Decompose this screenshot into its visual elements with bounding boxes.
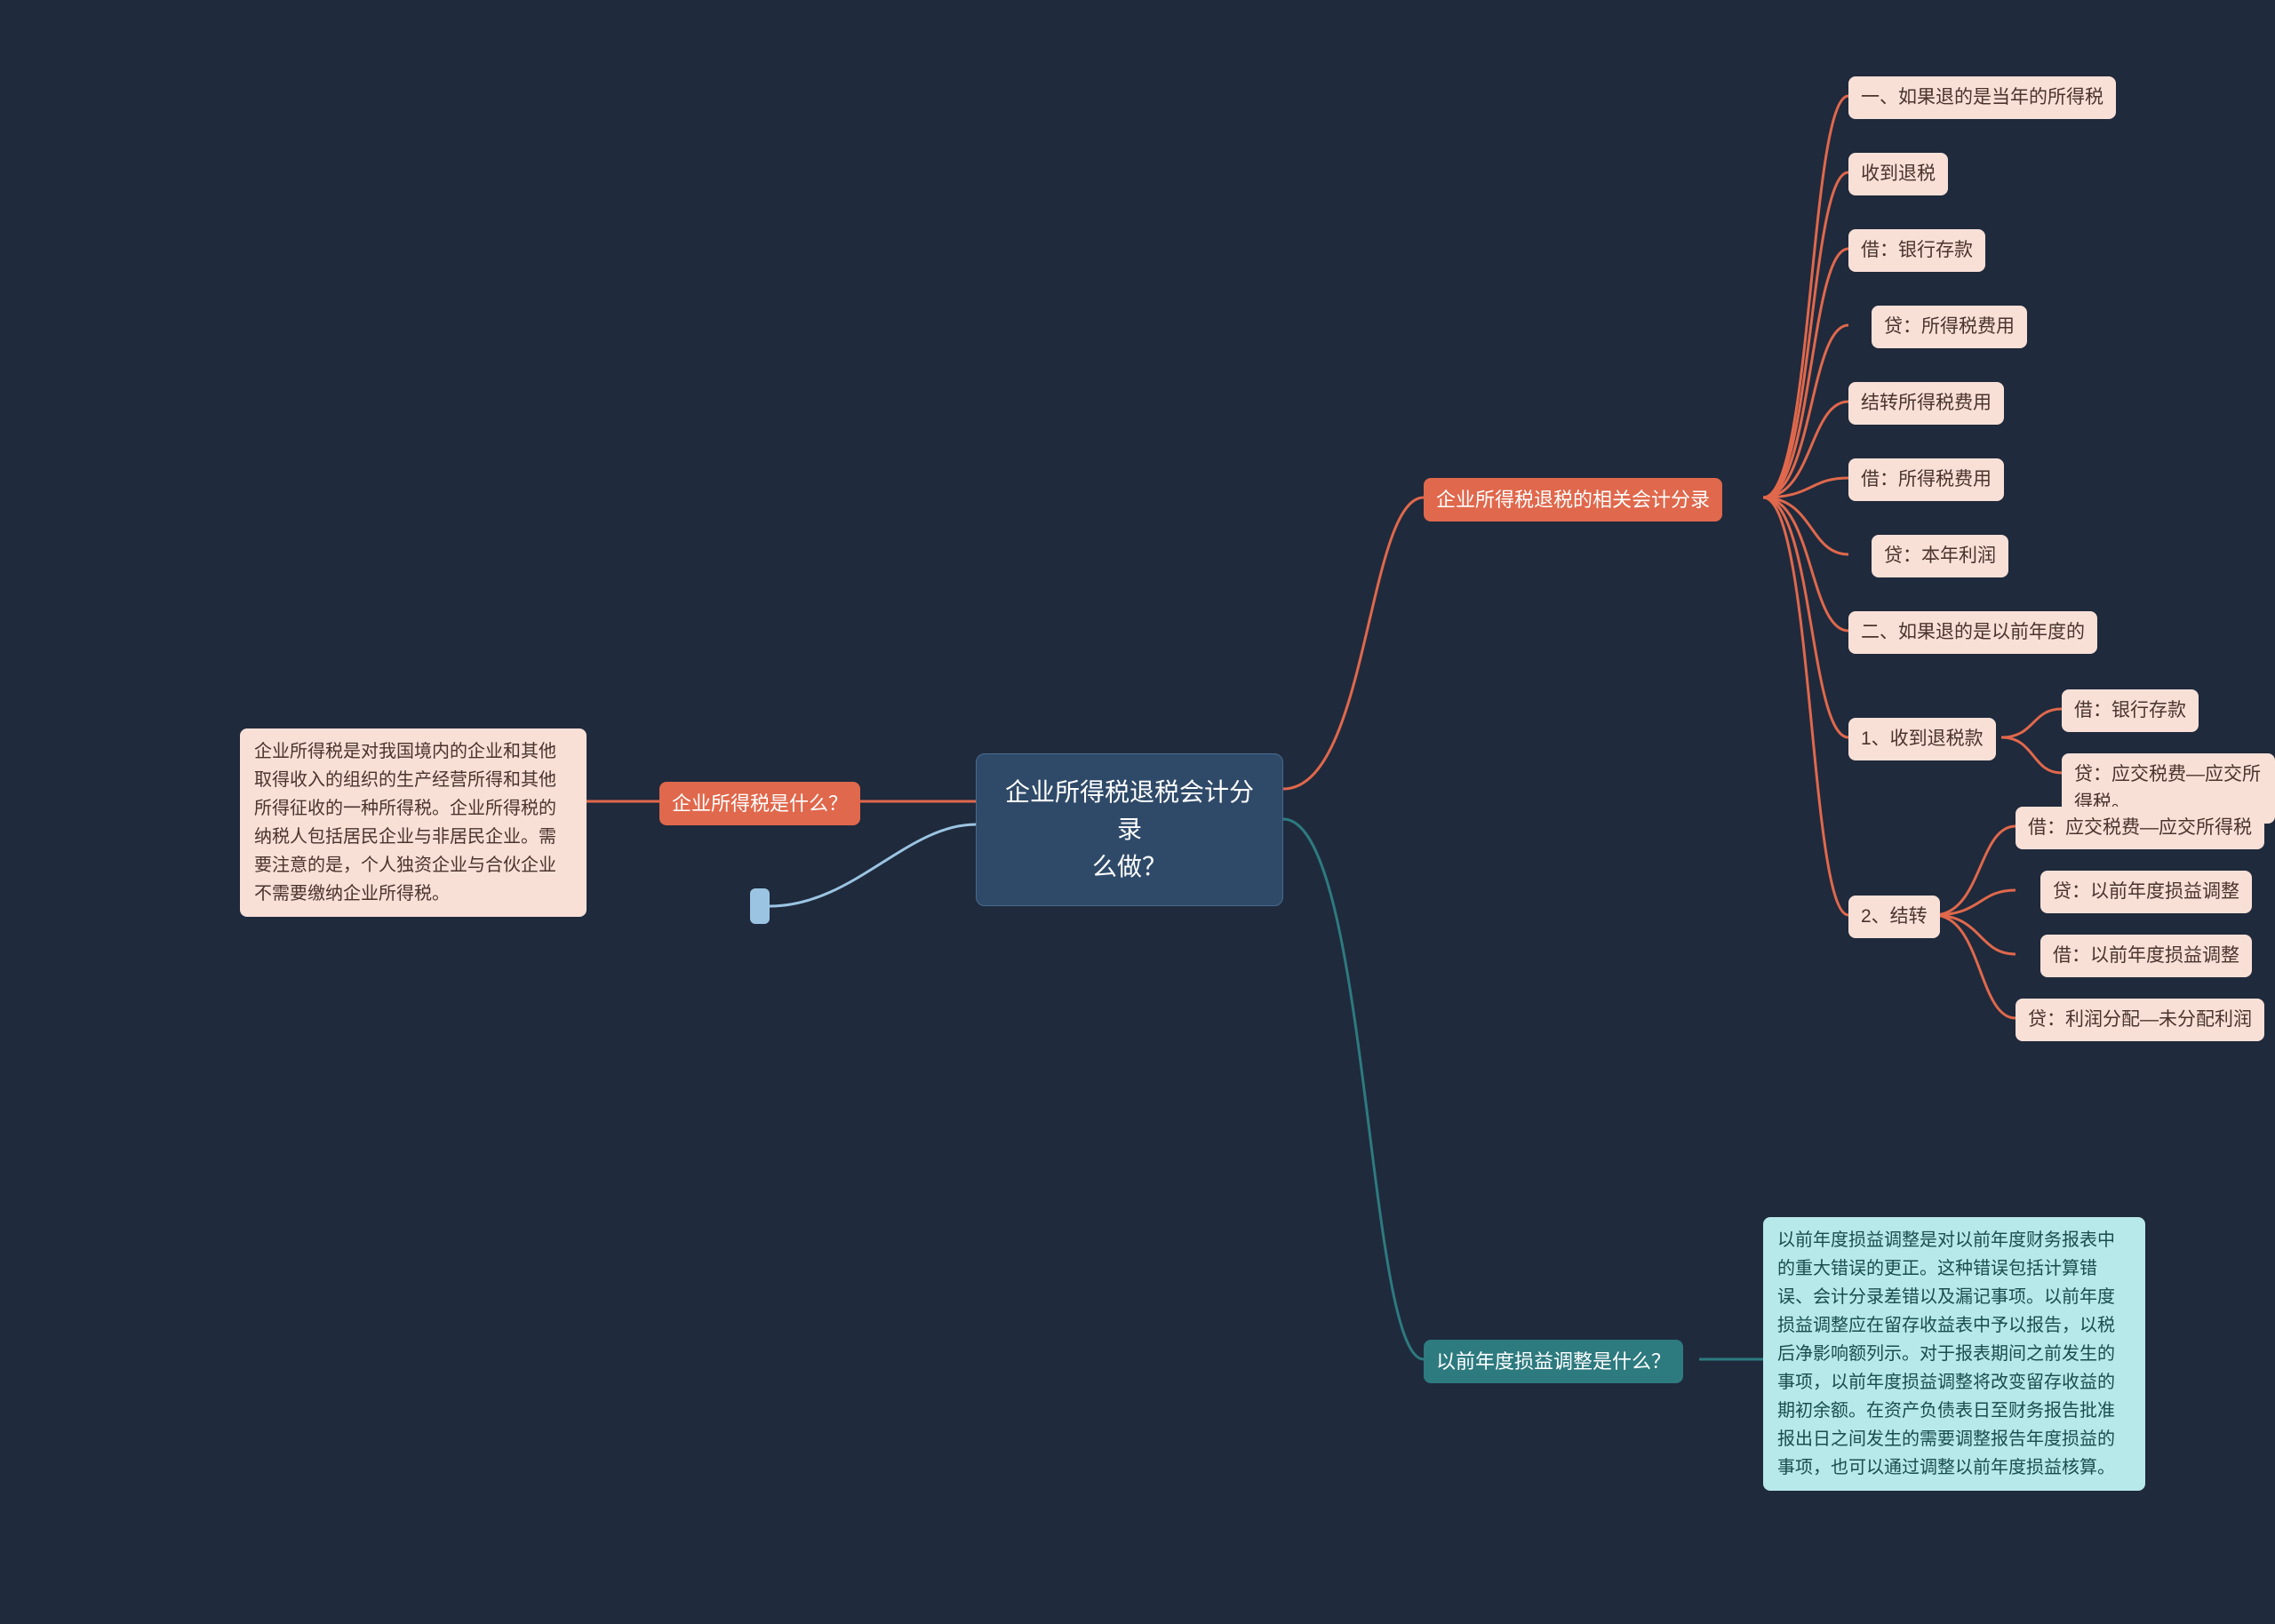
branch1-sub2[interactable]: 2、结转 [1848, 896, 1940, 938]
left-question-desc: 企业所得税是对我国境内的企业和其他取得收入的组织的生产经营所得和其他所得征收的一… [240, 728, 587, 917]
left-question-label: 企业所得税是什么？ [672, 792, 848, 815]
left-question-node[interactable]: 企业所得税是什么？ [659, 782, 860, 825]
branch1-sub1-child-0[interactable]: 借：银行存款 [2062, 689, 2199, 732]
root-node[interactable]: 企业所得税退税会计分录 么做？ [976, 753, 1283, 906]
branch2-node[interactable]: 以前年度损益调整是什么？ [1424, 1340, 1683, 1383]
branch1-sub2-child-3[interactable]: 贷：利润分配—未分配利润 [2016, 999, 2264, 1041]
empty-stub-node[interactable] [750, 888, 770, 924]
branch1-item-1[interactable]: 收到退税 [1848, 153, 1948, 195]
branch1-sub2-child-0[interactable]: 借：应交税费—应交所得税 [2016, 807, 2264, 849]
branch1-node[interactable]: 企业所得税退税的相关会计分录 [1424, 478, 1722, 521]
branch1-item-7[interactable]: 二、如果退的是以前年度的 [1848, 611, 2097, 654]
branch2-label: 以前年度损益调整是什么？ [1436, 1350, 1671, 1373]
branch1-item-0[interactable]: 一、如果退的是当年的所得税 [1848, 76, 2116, 119]
branch1-sub2-child-1[interactable]: 贷：以前年度损益调整 [2040, 871, 2252, 913]
branch1-item-4[interactable]: 结转所得税费用 [1848, 382, 2004, 425]
branch1-label: 企业所得税退税的相关会计分录 [1436, 489, 1710, 511]
branch1-sub1[interactable]: 1、收到退税款 [1848, 718, 1996, 760]
branch1-sub2-child-2[interactable]: 借：以前年度损益调整 [2040, 935, 2252, 977]
left-question-desc-text: 企业所得税是对我国境内的企业和其他取得收入的组织的生产经营所得和其他所得征收的一… [254, 742, 556, 904]
root-title: 企业所得税退税会计分录 么做？ [1005, 778, 1254, 880]
branch1-item-2[interactable]: 借：银行存款 [1848, 229, 1985, 272]
branch1-item-6[interactable]: 贷：本年利润 [1872, 535, 2008, 577]
branch2-desc-text: 以前年度损益调整是对以前年度财务报表中的重大错误的更正。这种错误包括计算错误、会… [1777, 1230, 2115, 1477]
branch1-item-5[interactable]: 借：所得税费用 [1848, 458, 2004, 501]
branch2-desc: 以前年度损益调整是对以前年度财务报表中的重大错误的更正。这种错误包括计算错误、会… [1763, 1217, 2145, 1491]
branch1-item-3[interactable]: 贷：所得税费用 [1872, 306, 2027, 348]
